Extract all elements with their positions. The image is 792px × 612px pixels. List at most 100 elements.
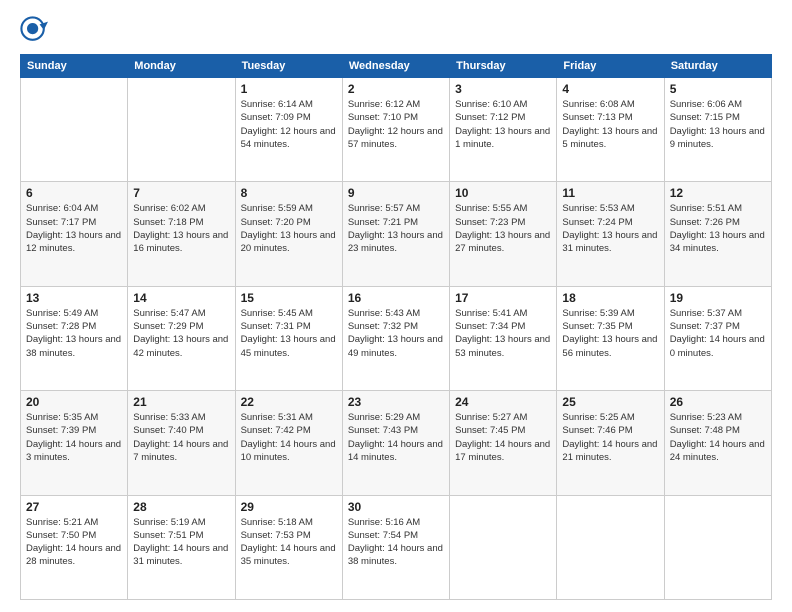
week-row-3: 13 Sunrise: 5:49 AMSunset: 7:28 PMDayligh…	[21, 286, 772, 390]
calendar-cell: 20 Sunrise: 5:35 AMSunset: 7:39 PMDayligh…	[21, 391, 128, 495]
calendar-cell: 28 Sunrise: 5:19 AMSunset: 7:51 PMDayligh…	[128, 495, 235, 599]
calendar-cell: 29 Sunrise: 5:18 AMSunset: 7:53 PMDayligh…	[235, 495, 342, 599]
day-number: 28	[133, 500, 229, 514]
calendar-cell: 24 Sunrise: 5:27 AMSunset: 7:45 PMDayligh…	[450, 391, 557, 495]
day-number: 20	[26, 395, 122, 409]
day-info: Sunrise: 5:23 AMSunset: 7:48 PMDaylight:…	[670, 411, 766, 464]
weekday-header-monday: Monday	[128, 55, 235, 78]
day-number: 23	[348, 395, 444, 409]
day-info: Sunrise: 5:27 AMSunset: 7:45 PMDaylight:…	[455, 411, 551, 464]
week-row-4: 20 Sunrise: 5:35 AMSunset: 7:39 PMDayligh…	[21, 391, 772, 495]
day-number: 27	[26, 500, 122, 514]
weekday-header-saturday: Saturday	[664, 55, 771, 78]
day-number: 1	[241, 82, 337, 96]
day-number: 6	[26, 186, 122, 200]
weekday-header-row: SundayMondayTuesdayWednesdayThursdayFrid…	[21, 55, 772, 78]
day-number: 11	[562, 186, 658, 200]
day-number: 15	[241, 291, 337, 305]
day-info: Sunrise: 6:14 AMSunset: 7:09 PMDaylight:…	[241, 98, 337, 151]
calendar-cell: 11 Sunrise: 5:53 AMSunset: 7:24 PMDayligh…	[557, 182, 664, 286]
calendar-cell: 22 Sunrise: 5:31 AMSunset: 7:42 PMDayligh…	[235, 391, 342, 495]
calendar-cell: 4 Sunrise: 6:08 AMSunset: 7:13 PMDaylight…	[557, 78, 664, 182]
calendar-cell: 21 Sunrise: 5:33 AMSunset: 7:40 PMDayligh…	[128, 391, 235, 495]
day-number: 4	[562, 82, 658, 96]
day-number: 14	[133, 291, 229, 305]
day-number: 26	[670, 395, 766, 409]
day-number: 2	[348, 82, 444, 96]
calendar-cell: 16 Sunrise: 5:43 AMSunset: 7:32 PMDayligh…	[342, 286, 449, 390]
day-number: 19	[670, 291, 766, 305]
day-info: Sunrise: 5:19 AMSunset: 7:51 PMDaylight:…	[133, 516, 229, 569]
day-number: 3	[455, 82, 551, 96]
day-number: 10	[455, 186, 551, 200]
day-number: 16	[348, 291, 444, 305]
calendar-cell	[128, 78, 235, 182]
day-info: Sunrise: 5:33 AMSunset: 7:40 PMDaylight:…	[133, 411, 229, 464]
day-info: Sunrise: 5:31 AMSunset: 7:42 PMDaylight:…	[241, 411, 337, 464]
day-info: Sunrise: 5:18 AMSunset: 7:53 PMDaylight:…	[241, 516, 337, 569]
day-number: 9	[348, 186, 444, 200]
day-info: Sunrise: 5:49 AMSunset: 7:28 PMDaylight:…	[26, 307, 122, 360]
day-info: Sunrise: 6:04 AMSunset: 7:17 PMDaylight:…	[26, 202, 122, 255]
calendar-cell: 25 Sunrise: 5:25 AMSunset: 7:46 PMDayligh…	[557, 391, 664, 495]
weekday-header-tuesday: Tuesday	[235, 55, 342, 78]
day-number: 24	[455, 395, 551, 409]
day-number: 18	[562, 291, 658, 305]
day-info: Sunrise: 5:55 AMSunset: 7:23 PMDaylight:…	[455, 202, 551, 255]
calendar-cell: 5 Sunrise: 6:06 AMSunset: 7:15 PMDaylight…	[664, 78, 771, 182]
week-row-2: 6 Sunrise: 6:04 AMSunset: 7:17 PMDaylight…	[21, 182, 772, 286]
calendar-table: SundayMondayTuesdayWednesdayThursdayFrid…	[20, 54, 772, 600]
day-number: 21	[133, 395, 229, 409]
calendar-cell: 7 Sunrise: 6:02 AMSunset: 7:18 PMDaylight…	[128, 182, 235, 286]
day-info: Sunrise: 5:51 AMSunset: 7:26 PMDaylight:…	[670, 202, 766, 255]
calendar-cell: 30 Sunrise: 5:16 AMSunset: 7:54 PMDayligh…	[342, 495, 449, 599]
calendar-cell	[664, 495, 771, 599]
day-info: Sunrise: 6:02 AMSunset: 7:18 PMDaylight:…	[133, 202, 229, 255]
day-info: Sunrise: 5:35 AMSunset: 7:39 PMDaylight:…	[26, 411, 122, 464]
calendar-cell: 17 Sunrise: 5:41 AMSunset: 7:34 PMDayligh…	[450, 286, 557, 390]
weekday-header-thursday: Thursday	[450, 55, 557, 78]
day-number: 5	[670, 82, 766, 96]
day-number: 17	[455, 291, 551, 305]
day-number: 8	[241, 186, 337, 200]
calendar-cell: 3Sunrise: 6:10 AMSunset: 7:12 PMDaylight…	[450, 78, 557, 182]
weekday-header-friday: Friday	[557, 55, 664, 78]
day-info: Sunrise: 5:21 AMSunset: 7:50 PMDaylight:…	[26, 516, 122, 569]
day-number: 12	[670, 186, 766, 200]
day-number: 25	[562, 395, 658, 409]
week-row-5: 27 Sunrise: 5:21 AMSunset: 7:50 PMDayligh…	[21, 495, 772, 599]
calendar-cell	[21, 78, 128, 182]
day-info: Sunrise: 5:43 AMSunset: 7:32 PMDaylight:…	[348, 307, 444, 360]
day-number: 30	[348, 500, 444, 514]
day-info: Sunrise: 6:12 AMSunset: 7:10 PMDaylight:…	[348, 98, 444, 151]
day-info: Sunrise: 5:25 AMSunset: 7:46 PMDaylight:…	[562, 411, 658, 464]
calendar-cell: 15Sunrise: 5:45 AMSunset: 7:31 PMDayligh…	[235, 286, 342, 390]
day-number: 7	[133, 186, 229, 200]
day-info: Sunrise: 5:53 AMSunset: 7:24 PMDaylight:…	[562, 202, 658, 255]
calendar-cell: 18Sunrise: 5:39 AMSunset: 7:35 PMDayligh…	[557, 286, 664, 390]
calendar-cell: 19 Sunrise: 5:37 AMSunset: 7:37 PMDayligh…	[664, 286, 771, 390]
calendar-cell: 12 Sunrise: 5:51 AMSunset: 7:26 PMDayligh…	[664, 182, 771, 286]
day-info: Sunrise: 5:47 AMSunset: 7:29 PMDaylight:…	[133, 307, 229, 360]
day-info: Sunrise: 5:29 AMSunset: 7:43 PMDaylight:…	[348, 411, 444, 464]
calendar-cell: 1 Sunrise: 6:14 AMSunset: 7:09 PMDaylight…	[235, 78, 342, 182]
calendar-cell: 8 Sunrise: 5:59 AMSunset: 7:20 PMDaylight…	[235, 182, 342, 286]
day-info: Sunrise: 5:16 AMSunset: 7:54 PMDaylight:…	[348, 516, 444, 569]
day-info: Sunrise: 6:06 AMSunset: 7:15 PMDaylight:…	[670, 98, 766, 151]
day-number: 29	[241, 500, 337, 514]
day-info: Sunrise: 5:37 AMSunset: 7:37 PMDaylight:…	[670, 307, 766, 360]
day-number: 22	[241, 395, 337, 409]
week-row-1: 1 Sunrise: 6:14 AMSunset: 7:09 PMDaylight…	[21, 78, 772, 182]
day-info: Sunrise: 5:59 AMSunset: 7:20 PMDaylight:…	[241, 202, 337, 255]
calendar-cell: 27 Sunrise: 5:21 AMSunset: 7:50 PMDayligh…	[21, 495, 128, 599]
calendar-cell: 26 Sunrise: 5:23 AMSunset: 7:48 PMDayligh…	[664, 391, 771, 495]
day-info: Sunrise: 6:08 AMSunset: 7:13 PMDaylight:…	[562, 98, 658, 151]
day-info: Sunrise: 5:41 AMSunset: 7:34 PMDaylight:…	[455, 307, 551, 360]
calendar-cell: 23 Sunrise: 5:29 AMSunset: 7:43 PMDayligh…	[342, 391, 449, 495]
calendar-cell: 14 Sunrise: 5:47 AMSunset: 7:29 PMDayligh…	[128, 286, 235, 390]
day-number: 13	[26, 291, 122, 305]
logo-icon	[20, 16, 48, 44]
logo	[20, 16, 52, 44]
calendar-cell: 9Sunrise: 5:57 AMSunset: 7:21 PMDaylight…	[342, 182, 449, 286]
calendar-cell	[450, 495, 557, 599]
